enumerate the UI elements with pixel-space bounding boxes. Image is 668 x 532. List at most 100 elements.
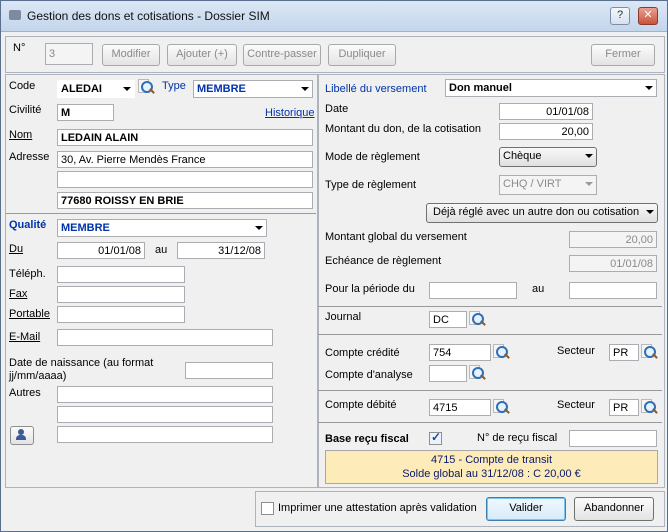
qualite-label: Qualité <box>9 219 47 231</box>
libelle-select[interactable]: Don manuel <box>445 79 657 97</box>
secteur1-field[interactable]: PR <box>609 344 639 361</box>
qualite-select[interactable]: MEMBRE <box>57 219 267 237</box>
dupliquer-button[interactable]: Dupliquer <box>328 44 396 66</box>
adresse-label: Adresse <box>9 151 50 163</box>
deja-regle-label: Déjà réglé avec un autre don ou cotisati… <box>433 206 640 218</box>
civilite-field[interactable]: M <box>57 104 114 121</box>
libelle-value: Don manuel <box>449 82 512 94</box>
versement-panel <box>317 74 665 488</box>
deja-regle-dropdown[interactable]: Déjà réglé avec un autre don ou cotisati… <box>426 203 658 223</box>
fax-label: Fax <box>9 288 28 300</box>
nom-label: Nom <box>9 129 33 141</box>
app-icon <box>9 10 21 20</box>
chevron-down-icon <box>645 86 653 90</box>
type-label: Type <box>162 80 186 92</box>
periode-au-label: au <box>532 283 545 295</box>
code-value: ALEDAI <box>61 83 102 95</box>
compte-analyse-lookup-icon[interactable] <box>469 365 487 382</box>
email-field[interactable] <box>57 329 273 346</box>
type-select[interactable]: MEMBRE <box>193 80 313 98</box>
type-reglement-select[interactable]: CHQ / VIRT <box>499 175 597 195</box>
base-recu-checkbox[interactable] <box>429 430 442 445</box>
montant-global-label: Montant global du versement <box>325 231 467 243</box>
periode-debut-field[interactable] <box>429 282 517 299</box>
modifier-button[interactable]: Modifier <box>102 44 160 66</box>
civilite-label: Civilité <box>9 104 42 116</box>
code-select[interactable]: ALEDAI <box>57 80 135 98</box>
autres-label: Autres <box>9 387 41 399</box>
compte-credite-lookup-icon[interactable] <box>493 344 511 361</box>
fermer-button[interactable]: Fermer <box>591 44 655 66</box>
chevron-down-icon <box>123 87 131 91</box>
libelle-label: Libellé du versement <box>325 83 427 95</box>
naissance-field[interactable] <box>185 362 273 379</box>
au-label: au <box>155 244 168 256</box>
code-label: Code <box>9 80 36 92</box>
imprimer-checkbox[interactable] <box>261 502 274 515</box>
divider <box>318 390 662 391</box>
divider <box>318 306 662 307</box>
num-recu-field[interactable] <box>569 430 657 447</box>
contact-card-button[interactable] <box>10 426 34 445</box>
echeance-label: Echéance de règlement <box>325 255 442 267</box>
portable-label: Portable <box>9 308 50 320</box>
date-label: Date <box>325 103 349 115</box>
secteur1-label: Secteur <box>557 345 595 357</box>
dialog-window: Gestion des dons et cotisations - Dossie… <box>0 0 668 532</box>
au-field[interactable]: 31/12/08 <box>177 242 265 259</box>
chevron-down-icon <box>646 210 654 214</box>
ajouter-button[interactable]: Ajouter (+) <box>167 44 237 66</box>
teleph-label: Téléph. <box>9 268 46 280</box>
chevron-down-icon <box>255 226 263 230</box>
teleph-field[interactable] <box>57 266 185 283</box>
code-lookup-icon[interactable] <box>138 79 156 96</box>
base-recu-label: Base reçu fiscal <box>325 433 409 445</box>
autres-line1-field[interactable] <box>57 386 273 403</box>
nom-field[interactable]: LEDAIN ALAIN <box>57 129 313 146</box>
mode-select[interactable]: Chèque <box>499 147 597 167</box>
echeance-field[interactable]: 01/01/08 <box>569 255 657 272</box>
naissance-label: Date de naissance (au format <box>9 357 154 369</box>
adresse-line1-field[interactable]: 30, Av. Pierre Mendès France <box>57 151 313 168</box>
journal-field[interactable]: DC <box>429 311 467 328</box>
portable-field[interactable] <box>57 306 185 323</box>
periode-fin-field[interactable] <box>569 282 657 299</box>
adresse-line3-field[interactable]: 77680 ROISSY EN BRIE <box>57 192 313 209</box>
valider-button[interactable]: Valider <box>486 497 566 521</box>
chevron-down-icon <box>585 154 593 158</box>
montant-field[interactable]: 20,00 <box>499 123 593 140</box>
secteur2-label: Secteur <box>557 399 595 411</box>
num-label: N° <box>13 42 26 54</box>
secteur1-lookup-icon[interactable] <box>641 344 659 361</box>
compte-credite-field[interactable]: 754 <box>429 344 491 361</box>
autres-line2-field[interactable] <box>57 406 273 423</box>
compte-debite-lookup-icon[interactable] <box>493 399 511 416</box>
historique-link[interactable]: Historique <box>265 107 315 119</box>
contre-passer-button[interactable]: Contre-passer <box>243 44 321 66</box>
abandonner-button[interactable]: Abandonner <box>574 497 654 521</box>
secteur2-field[interactable]: PR <box>609 399 639 416</box>
close-window-button[interactable]: ✕ <box>638 7 658 25</box>
date-field[interactable]: 01/01/08 <box>499 103 593 120</box>
divider <box>318 334 662 335</box>
journal-label: Journal <box>325 311 362 323</box>
help-button[interactable]: ? <box>610 7 630 25</box>
imprimer-label: Imprimer une attestation après validatio… <box>278 502 477 514</box>
compte-analyse-field[interactable] <box>429 365 467 382</box>
num-field[interactable]: 3 <box>45 43 93 65</box>
fax-field[interactable] <box>57 286 185 303</box>
title-bar: Gestion des dons et cotisations - Dossie… <box>1 1 667 32</box>
autres-line3-field[interactable] <box>57 426 273 443</box>
du-field[interactable]: 01/01/08 <box>57 242 145 259</box>
montant-label: Montant du don, de la cotisation <box>325 123 481 135</box>
secteur2-lookup-icon[interactable] <box>641 399 659 416</box>
adresse-line2-field[interactable] <box>57 171 313 188</box>
compte-analyse-label: Compte d'analyse <box>325 369 413 381</box>
mode-label: Mode de règlement <box>325 151 420 163</box>
periode-label: Pour la période du <box>325 283 415 295</box>
qualite-value: MEMBRE <box>61 222 110 234</box>
montant-global-field[interactable]: 20,00 <box>569 231 657 248</box>
journal-lookup-icon[interactable] <box>469 311 487 328</box>
window-title: Gestion des dons et cotisations - Dossie… <box>27 9 270 23</box>
compte-debite-field[interactable]: 4715 <box>429 399 491 416</box>
